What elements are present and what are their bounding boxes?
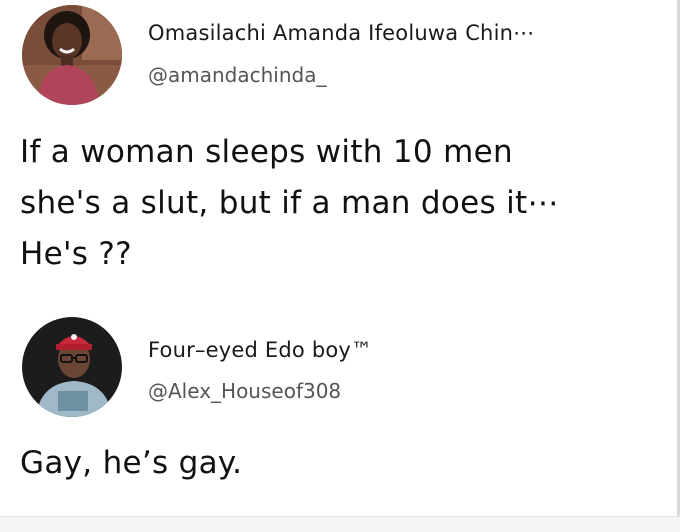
divider [0, 516, 680, 532]
display-name[interactable]: Omasilachi Amanda Ifeoluwa Chin⋯ [148, 21, 534, 45]
person-photo-icon [22, 5, 122, 105]
tweet-text-line: He's ?? [20, 236, 132, 272]
tweet-text-line: Gay, he’s gay. [20, 445, 243, 481]
tweet-card[interactable]: Four–eyed Edo boy™ @Alex_Houseof308 Gay,… [0, 312, 680, 517]
tweet-text-line: she's a slut, but if a man does it⋯ [20, 185, 559, 221]
avatar[interactable] [22, 317, 122, 417]
tweet-text: Gay, he’s gay. [20, 438, 660, 489]
avatar[interactable] [22, 5, 122, 105]
tweet-text-line: If a woman sleeps with 10 men [20, 134, 513, 170]
tweet-text: If a woman sleeps with 10 men she's a sl… [20, 127, 660, 280]
user-handle[interactable]: @Alex_Houseof308 [148, 379, 341, 403]
tweet-card[interactable]: Omasilachi Amanda Ifeoluwa Chin⋯ @amanda… [0, 0, 680, 300]
display-name[interactable]: Four–eyed Edo boy™ [148, 338, 372, 362]
user-handle[interactable]: @amandachinda_ [148, 63, 326, 87]
person-photo-icon [22, 317, 122, 417]
